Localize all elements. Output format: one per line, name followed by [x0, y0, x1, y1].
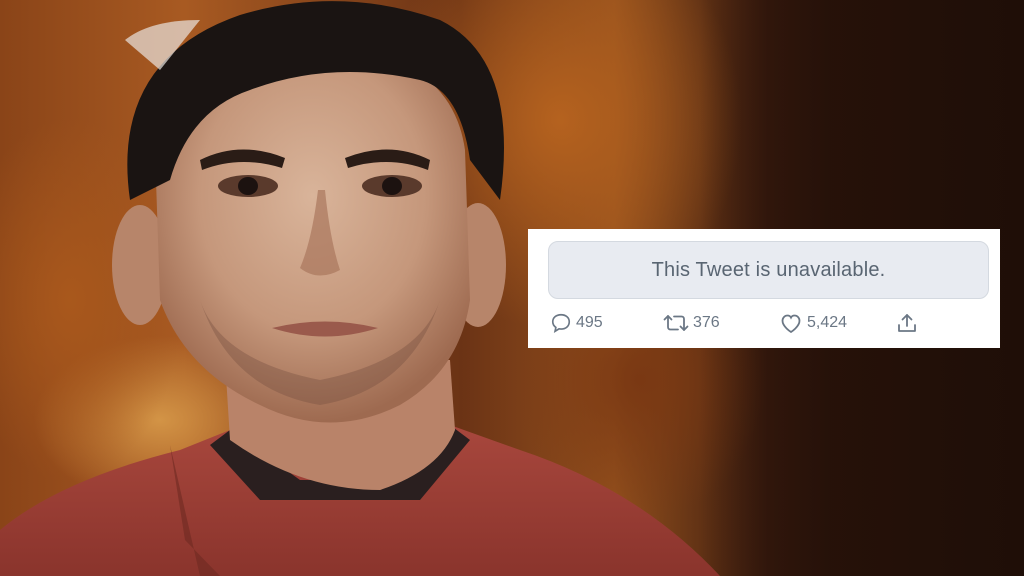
tweet-card: This Tweet is unavailable. 495 376 5,424 [528, 229, 1000, 348]
like-count: 5,424 [807, 314, 848, 331]
retweet-button[interactable]: 376 [663, 311, 720, 335]
retweet-icon [663, 312, 689, 334]
heart-icon [779, 312, 803, 334]
tweet-unavailable-notice: This Tweet is unavailable. [548, 241, 989, 299]
reply-button[interactable]: 495 [550, 311, 603, 335]
tweet-unavailable-text: This Tweet is unavailable. [651, 258, 886, 281]
like-button[interactable]: 5,424 [779, 311, 847, 335]
reply-icon [550, 312, 572, 334]
reply-count: 495 [576, 314, 603, 331]
tweet-actions-bar: 495 376 5,424 [548, 311, 988, 335]
retweet-count: 376 [693, 314, 720, 331]
share-button[interactable] [896, 311, 918, 335]
share-icon [896, 312, 918, 334]
